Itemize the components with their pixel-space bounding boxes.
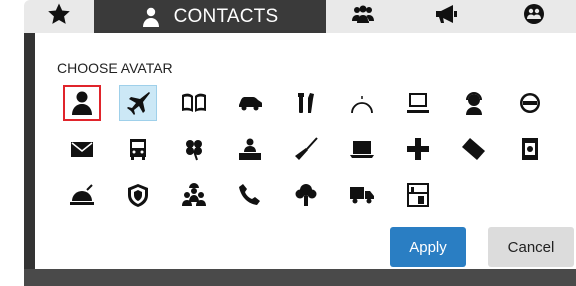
no-entry-icon (517, 90, 543, 116)
avatar-person[interactable] (63, 85, 101, 121)
tab-network[interactable] (492, 0, 576, 33)
tab-bar: CONTACTS (0, 0, 576, 33)
workers-icon (181, 182, 207, 208)
avatar-shield[interactable] (119, 177, 157, 213)
person-icon (142, 7, 160, 27)
desk-worker-icon (237, 136, 263, 162)
tab-contacts-label: CONTACTS (173, 5, 279, 27)
avatar-shelf[interactable] (399, 177, 437, 213)
tab-contacts[interactable]: CONTACTS (94, 0, 326, 33)
book-icon (181, 90, 207, 116)
shield-icon (125, 182, 151, 208)
tab-favorites[interactable] (24, 0, 94, 33)
avatar-picker-window: CONTACTS CHOOSE AVATAR Apply Cancel (0, 0, 576, 286)
airplane-icon (125, 90, 151, 116)
avatar-no-entry[interactable] (511, 85, 549, 121)
megaphone-icon (434, 3, 458, 31)
broom-icon (293, 136, 319, 162)
avatar-workers[interactable] (175, 177, 213, 213)
globe-people-icon (522, 2, 546, 32)
service-bell-icon (69, 182, 95, 208)
avatar-panel: CHOOSE AVATAR Apply Cancel (35, 33, 576, 269)
star-icon (47, 2, 71, 32)
phone-icon (237, 182, 263, 208)
avatar-book[interactable] (175, 85, 213, 121)
avatar-car[interactable] (231, 85, 269, 121)
avatar-tools[interactable] (287, 85, 325, 121)
bus-icon (125, 136, 151, 162)
dialog-heading: CHOOSE AVATAR (57, 60, 173, 76)
avatar-mail[interactable] (63, 131, 101, 167)
avatar-phone[interactable] (231, 177, 269, 213)
bottom-bar (24, 269, 576, 286)
avatar-tree[interactable] (287, 177, 325, 213)
shelf-icon (405, 182, 431, 208)
laptop-icon (349, 136, 375, 162)
cancel-button[interactable]: Cancel (488, 227, 574, 267)
avatar-broom[interactable] (287, 131, 325, 167)
avatar-bus[interactable] (119, 131, 157, 167)
tools-icon (293, 90, 319, 116)
headset-icon (461, 90, 487, 116)
avatar-flower[interactable] (175, 131, 213, 167)
avatar-computer[interactable] (399, 85, 437, 121)
tab-groups[interactable] (326, 0, 400, 33)
envelope-icon (69, 136, 95, 162)
tab-announcements[interactable] (400, 0, 492, 33)
medical-cross-icon (405, 136, 431, 162)
truck-icon (349, 182, 375, 208)
apply-button[interactable]: Apply (390, 227, 466, 267)
avatar-gauge[interactable] (343, 85, 381, 121)
avatar-laptop[interactable] (343, 131, 381, 167)
car-icon (237, 90, 263, 116)
avatar-truck[interactable] (343, 177, 381, 213)
computer-icon (405, 90, 431, 116)
avatar-airplane[interactable] (119, 85, 157, 121)
left-strip (24, 33, 35, 269)
avatar-desk-worker[interactable] (231, 131, 269, 167)
ticket-icon (461, 136, 487, 162)
avatar-safe[interactable] (511, 131, 549, 167)
safe-icon (517, 136, 543, 162)
group-icon (351, 3, 375, 31)
avatar-ticket[interactable] (455, 131, 493, 167)
avatar-support-agent[interactable] (455, 85, 493, 121)
flower-icon (181, 136, 207, 162)
tree-icon (293, 182, 319, 208)
gauge-icon (349, 90, 375, 116)
avatar-cross[interactable] (399, 131, 437, 167)
person-icon (69, 90, 95, 116)
avatar-hand-bell[interactable] (63, 177, 101, 213)
